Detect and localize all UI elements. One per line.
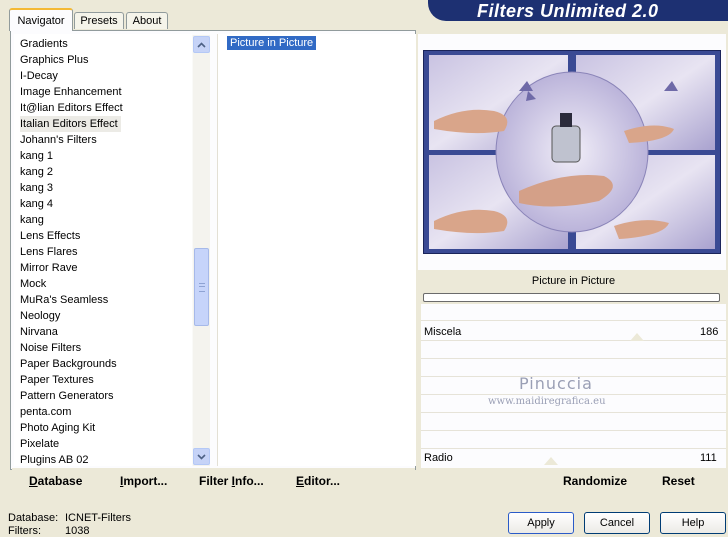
- slider-value-radio: 111: [700, 452, 717, 464]
- cancel-button[interactable]: Cancel: [584, 512, 650, 534]
- watermark-name: Pinuccia: [519, 374, 593, 393]
- scroll-up-button[interactable]: [193, 36, 210, 53]
- category-item[interactable]: Neology: [20, 308, 63, 324]
- slider-value-miscela: 186: [700, 326, 719, 338]
- category-item[interactable]: It@lian Editors Effect: [20, 100, 126, 116]
- preview-artwork: [424, 51, 720, 253]
- category-item[interactable]: Gradients: [20, 36, 71, 52]
- category-item[interactable]: Paper Textures: [20, 372, 97, 388]
- category-item[interactable]: Noise Filters: [20, 340, 84, 356]
- window-title: Filters Unlimited 2.0: [477, 1, 659, 21]
- category-item[interactable]: I-Decay: [20, 68, 61, 84]
- category-list[interactable]: Gradients Graphics Plus I-Decay Image Enhan…: [14, 34, 192, 466]
- category-item[interactable]: Italian Editors Effect: [20, 116, 121, 132]
- randomize-button[interactable]: Randomize: [563, 474, 627, 488]
- status-database-label: Database:: [8, 512, 59, 524]
- status-database-value: ICNET-Filters: [65, 512, 131, 524]
- filter-info-button[interactable]: Filter Info...: [199, 474, 264, 488]
- category-item[interactable]: Nirvana: [20, 324, 61, 340]
- category-item[interactable]: Paper Backgrounds: [20, 356, 120, 372]
- preview-filter-name: Picture in Picture: [421, 270, 726, 292]
- category-item[interactable]: Lens Effects: [20, 228, 83, 244]
- category-item[interactable]: kang 1: [20, 148, 56, 164]
- reset-button[interactable]: Reset: [662, 474, 695, 488]
- help-button[interactable]: Help: [660, 512, 726, 534]
- category-item[interactable]: penta.com: [20, 404, 74, 420]
- category-item[interactable]: Image Enhancement: [20, 84, 125, 100]
- database-button[interactable]: Database: [29, 474, 82, 488]
- import-button[interactable]: Import...: [120, 474, 167, 488]
- miscela-slider-thumb[interactable]: [630, 333, 644, 341]
- chevron-down-icon: [197, 453, 206, 460]
- category-item[interactable]: kang 3: [20, 180, 56, 196]
- preview-image: [423, 50, 721, 254]
- status-filters-label: Filters:: [8, 525, 41, 537]
- category-item[interactable]: Plugins AB 02: [20, 452, 92, 466]
- category-item[interactable]: Johann's Filters: [20, 132, 100, 148]
- watermark-url: www.maidiregrafica.eu: [488, 396, 606, 407]
- category-item[interactable]: Pixelate: [20, 436, 62, 452]
- tab-navigator[interactable]: Navigator: [9, 8, 73, 31]
- filter-list[interactable]: Picture in Picture: [217, 34, 416, 466]
- category-item[interactable]: Mock: [20, 276, 49, 292]
- progress-bar: [423, 293, 720, 302]
- category-item[interactable]: Mirror Rave: [20, 260, 80, 276]
- radio-slider-thumb[interactable]: [544, 457, 558, 465]
- category-item[interactable]: Photo Aging Kit: [20, 420, 98, 436]
- category-item[interactable]: MuRa's Seamless: [20, 292, 111, 308]
- category-item[interactable]: Graphics Plus: [20, 52, 91, 68]
- tab-about[interactable]: About: [126, 12, 168, 29]
- status-filters-value: 1038: [65, 525, 90, 537]
- editor-button[interactable]: Editor...: [296, 474, 340, 488]
- scrollbar-thumb[interactable]: [194, 248, 209, 326]
- category-scrollbar[interactable]: [192, 35, 210, 466]
- category-item[interactable]: Lens Flares: [20, 244, 80, 260]
- scroll-down-button[interactable]: [193, 448, 210, 465]
- category-item[interactable]: Pattern Generators: [20, 388, 117, 404]
- category-item[interactable]: kang: [20, 212, 47, 228]
- slider-label-radio: Radio: [424, 452, 453, 464]
- category-item[interactable]: kang 4: [20, 196, 56, 212]
- filter-item-picture-in-picture[interactable]: Picture in Picture: [227, 36, 317, 50]
- slider-label-miscela: Miscela: [424, 326, 462, 338]
- tab-presets[interactable]: Presets: [74, 12, 124, 29]
- apply-button[interactable]: Apply: [508, 512, 574, 534]
- chevron-up-icon: [197, 41, 206, 48]
- category-item[interactable]: kang 2: [20, 164, 56, 180]
